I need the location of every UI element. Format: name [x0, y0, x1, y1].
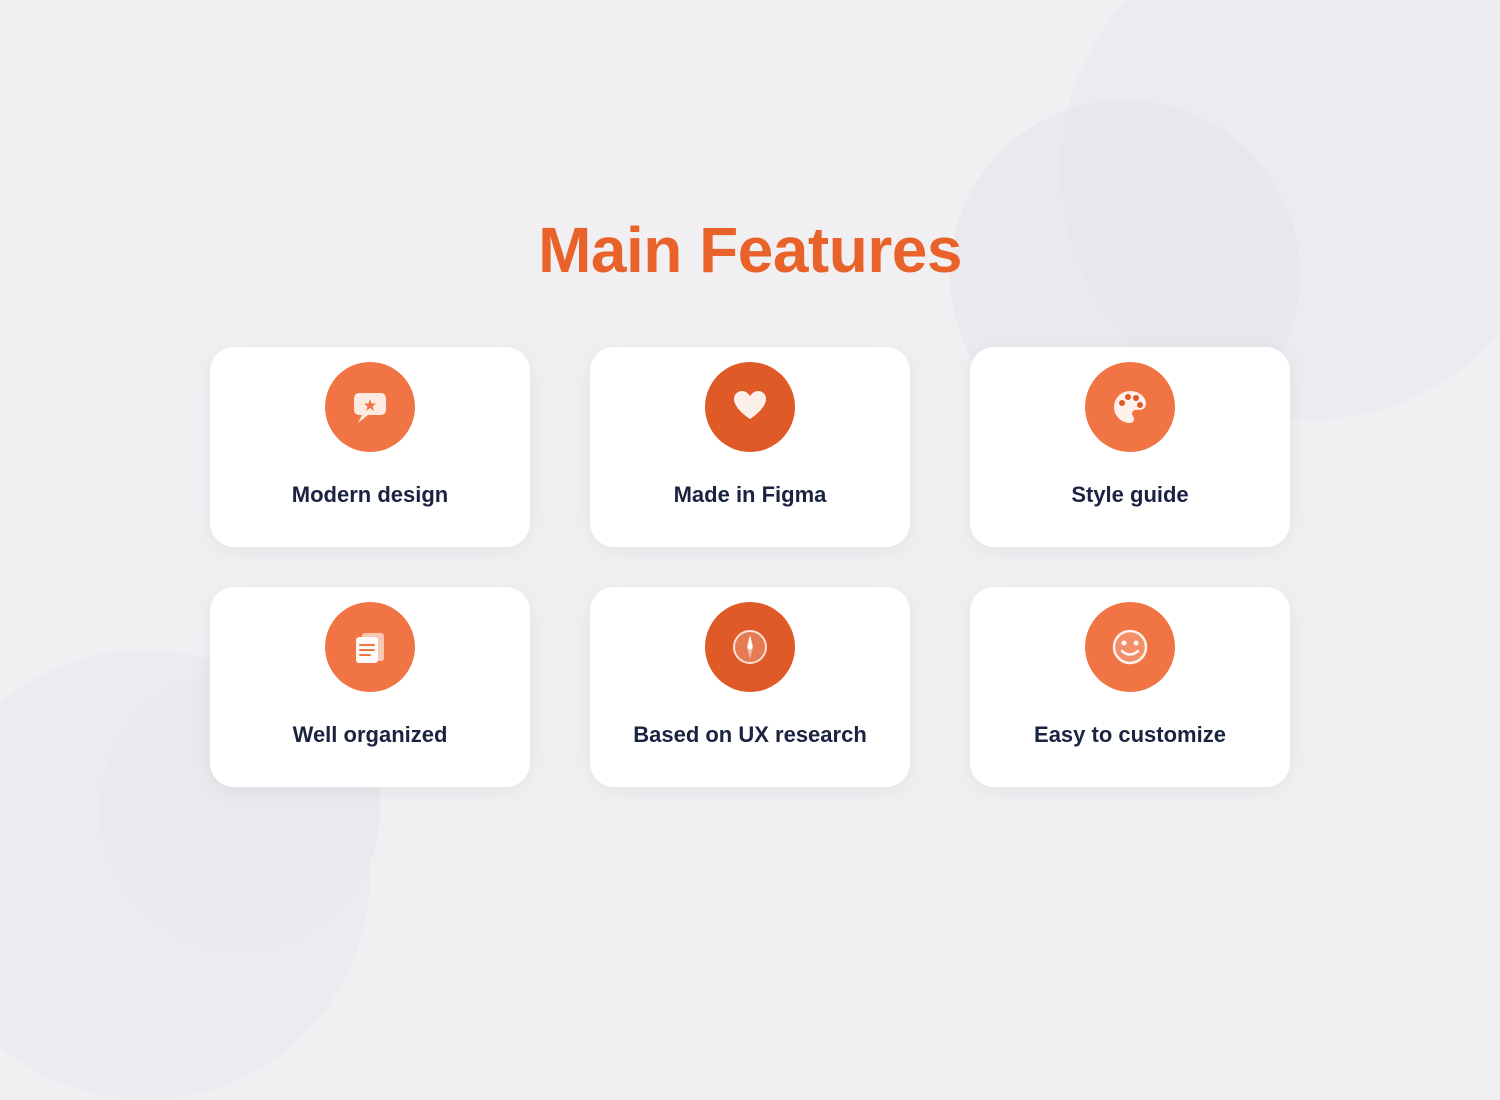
made-in-figma-icon-circle [705, 362, 795, 452]
compass-icon [728, 625, 772, 669]
smiley-icon [1108, 625, 1152, 669]
easy-customize-icon-circle [1085, 602, 1175, 692]
modern-design-label: Modern design [292, 480, 448, 511]
ux-research-icon-circle [705, 602, 795, 692]
sparkle-chat-icon [348, 385, 392, 429]
well-organized-icon-circle [325, 602, 415, 692]
feature-card-made-in-figma: Made in Figma [590, 347, 910, 547]
made-in-figma-label: Made in Figma [674, 480, 827, 511]
well-organized-label: Well organized [293, 720, 448, 751]
easy-customize-label: Easy to customize [1034, 720, 1226, 751]
feature-card-style-guide: Style guide [970, 347, 1290, 547]
feature-card-well-organized: Well organized [210, 587, 530, 787]
page-content: Main Features Modern design [0, 213, 1500, 787]
ux-research-label: Based on UX research [633, 720, 867, 751]
style-guide-label: Style guide [1071, 480, 1188, 511]
features-grid: Modern design Made in Figma [210, 347, 1290, 787]
heart-icon [728, 385, 772, 429]
feature-card-ux-research: Based on UX research [590, 587, 910, 787]
feature-card-easy-customize: Easy to customize [970, 587, 1290, 787]
palette-icon [1108, 385, 1152, 429]
feature-card-modern-design: Modern design [210, 347, 530, 547]
files-icon [348, 625, 392, 669]
page-title: Main Features [538, 213, 962, 287]
modern-design-icon-circle [325, 362, 415, 452]
style-guide-icon-circle [1085, 362, 1175, 452]
